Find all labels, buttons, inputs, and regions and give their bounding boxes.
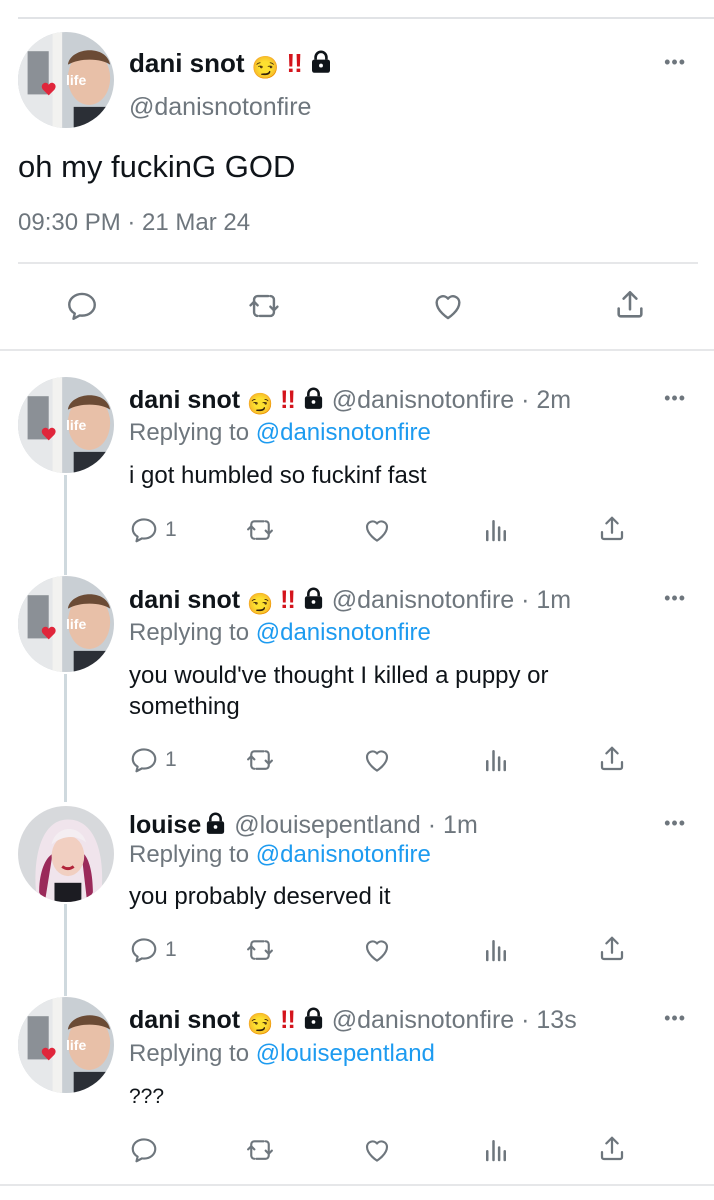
handle[interactable]: @louisepentland [234, 811, 421, 839]
display-name[interactable]: louise [129, 811, 201, 839]
replying-to: Replying to @danisnotonfire [129, 618, 431, 648]
reply-text: i got humbled so fuckinf fast [129, 462, 427, 489]
heart-icon[interactable] [362, 1135, 392, 1165]
time-ago: · 2m [521, 386, 572, 414]
speech-bubble-icon[interactable] [129, 515, 159, 545]
speech-bubble-icon[interactable] [129, 935, 159, 965]
retweet-icon[interactable] [244, 1135, 276, 1165]
time-ago: · 13s [521, 1006, 577, 1034]
replying-prefix: Replying to [129, 841, 250, 868]
reply-text: you probably deserved it [129, 883, 391, 910]
smirk-emoji: 😏 [247, 393, 274, 416]
smirk-emoji: 😏 [247, 1013, 274, 1036]
replying-to: Replying to @louisepentland [129, 1039, 435, 1069]
double-exclamation: !! [286, 48, 302, 78]
thread-line [64, 904, 67, 996]
lock-icon [309, 50, 333, 80]
reply-count: 1 [165, 518, 177, 541]
reply-header: dani snot 😏 !! @danisnotonfire · 1m [129, 585, 571, 620]
bar-chart-icon[interactable] [481, 1135, 511, 1165]
avatar[interactable]: life [18, 997, 114, 1093]
speech-bubble-icon[interactable] [129, 745, 159, 775]
mention-link[interactable]: @danisnotonfire [256, 841, 431, 868]
double-exclamation: !! [280, 586, 296, 614]
share-icon[interactable] [597, 1134, 627, 1164]
reply-header: louise @louisepentland · 1m [129, 810, 478, 842]
reply-header: dani snot 😏 !! @danisnotonfire · 2m [129, 385, 571, 420]
speech-bubble-icon[interactable] [129, 1135, 159, 1165]
divider [18, 262, 698, 264]
ellipsis-icon[interactable]: ••• [664, 388, 686, 409]
reply-header: dani snot 😏 !! @danisnotonfire · 13s [129, 1005, 577, 1040]
avatar-text: life [66, 417, 87, 433]
display-name[interactable]: dani snot [129, 586, 240, 614]
retweet-icon[interactable] [244, 515, 276, 545]
double-exclamation: !! [280, 386, 296, 414]
top-divider [18, 17, 714, 19]
handle[interactable]: @danisnotonfire [332, 1006, 514, 1034]
mention-link[interactable]: @danisnotonfire [256, 419, 431, 446]
reply-text: ??? [129, 1085, 165, 1108]
bar-chart-icon[interactable] [481, 935, 511, 965]
smirk-emoji: 😏 [247, 593, 274, 616]
bar-chart-icon[interactable] [481, 515, 511, 545]
avatar[interactable]: life [18, 576, 114, 672]
share-icon[interactable] [613, 288, 647, 322]
ellipsis-icon[interactable]: ••• [664, 1008, 686, 1029]
thread-line [64, 674, 67, 802]
display-name[interactable]: dani snot [129, 1006, 240, 1034]
retweet-icon[interactable] [244, 935, 276, 965]
heart-icon[interactable] [362, 745, 392, 775]
main-tweet-header: dani snot 😏 !! [129, 48, 333, 83]
ellipsis-icon[interactable]: ••• [664, 588, 686, 609]
ellipsis-icon[interactable]: ••• [664, 813, 686, 834]
divider [0, 349, 714, 351]
lock-icon [204, 812, 227, 842]
avatar[interactable]: life [18, 377, 114, 473]
time-ago: · 1m [427, 811, 478, 839]
avatar-text: life [66, 616, 87, 632]
avatar-text: life [66, 1037, 87, 1053]
share-icon[interactable] [597, 934, 627, 964]
lock-icon [302, 1007, 325, 1037]
reply-text: you would've thought I killed a puppy or… [129, 662, 549, 720]
replying-prefix: Replying to [129, 1040, 250, 1067]
mention-link[interactable]: @louisepentland [256, 1040, 435, 1067]
display-name[interactable]: dani snot [129, 386, 240, 414]
share-icon[interactable] [597, 514, 627, 544]
handle[interactable]: @danisnotonfire [332, 586, 514, 614]
replying-to: Replying to @danisnotonfire [129, 418, 431, 448]
time-ago: · 1m [521, 586, 572, 614]
avatar[interactable]: life [18, 32, 114, 128]
retweet-icon[interactable] [246, 289, 282, 323]
mention-link[interactable]: @danisnotonfire [256, 619, 431, 646]
divider [0, 1184, 714, 1186]
retweet-icon[interactable] [244, 745, 276, 775]
reply-count: 1 [165, 748, 177, 771]
smirk-emoji: 😏 [251, 55, 280, 80]
share-icon[interactable] [597, 744, 627, 774]
bar-chart-icon[interactable] [481, 745, 511, 775]
ellipsis-icon[interactable]: ••• [664, 52, 686, 73]
display-name[interactable]: dani snot [129, 48, 245, 78]
thread-line [64, 475, 67, 575]
handle[interactable]: @danisnotonfire [129, 92, 311, 122]
reply-count: 1 [165, 938, 177, 961]
avatar[interactable] [18, 806, 114, 902]
replying-prefix: Replying to [129, 419, 250, 446]
replying-prefix: Replying to [129, 619, 250, 646]
double-exclamation: !! [280, 1006, 296, 1034]
handle[interactable]: @danisnotonfire [332, 386, 514, 414]
tweet-text: oh my fuckinG GOD [18, 149, 296, 184]
avatar-text: life [66, 72, 87, 88]
timestamp[interactable]: 09:30 PM · 21 Mar 24 [18, 208, 250, 238]
lock-icon [302, 387, 325, 417]
heart-icon[interactable] [362, 515, 392, 545]
lock-icon [302, 587, 325, 617]
replying-to: Replying to @danisnotonfire [129, 840, 431, 870]
speech-bubble-icon[interactable] [65, 289, 99, 323]
heart-icon[interactable] [362, 935, 392, 965]
heart-icon[interactable] [431, 289, 465, 323]
